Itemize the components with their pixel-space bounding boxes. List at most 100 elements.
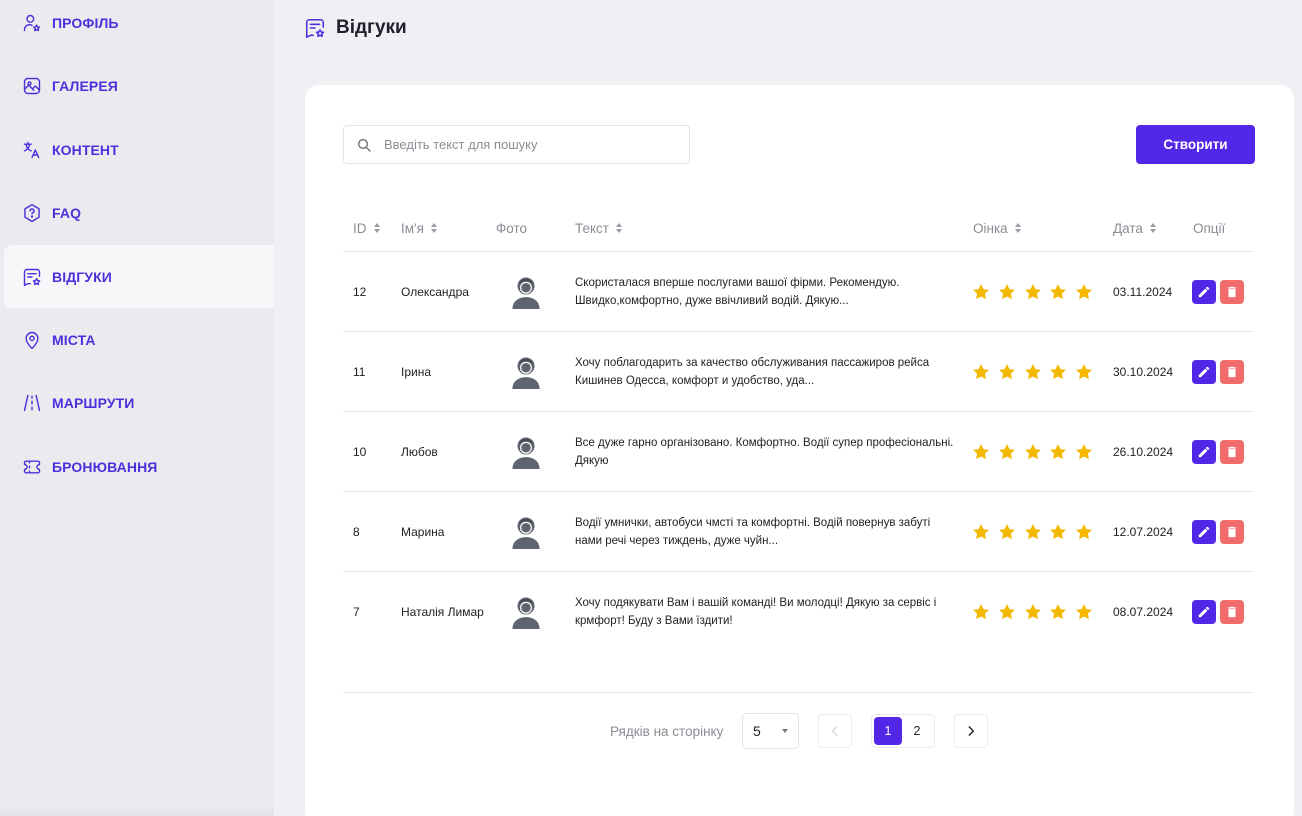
- sidebar-item-label: МАРШРУТИ: [52, 394, 135, 411]
- page-button-2[interactable]: 2: [903, 717, 931, 745]
- rows-per-page-select[interactable]: 5: [742, 713, 799, 749]
- column-header-options: Опції: [1193, 205, 1225, 251]
- edit-button[interactable]: [1192, 600, 1216, 624]
- cell-text: Все дуже гарно організовано. Комфортно. …: [575, 437, 954, 467]
- delete-button[interactable]: [1220, 520, 1244, 544]
- rating-stars: [971, 252, 1100, 332]
- sidebar-item-label: БРОНЮВАННЯ: [52, 458, 158, 475]
- cell-date: 26.10.2024: [1113, 445, 1174, 459]
- create-button[interactable]: Створити: [1136, 125, 1255, 164]
- review-star-icon: [304, 17, 326, 39]
- sidebar-item-bookings[interactable]: БРОНЮВАННЯ: [4, 435, 274, 498]
- page-button-1[interactable]: 1: [874, 717, 902, 745]
- row-options: [1192, 412, 1244, 492]
- pencil-icon: [1197, 365, 1211, 379]
- trash-icon: [1225, 605, 1239, 619]
- star-icon: [1048, 602, 1068, 622]
- pencil-icon: [1197, 285, 1211, 299]
- column-header-id[interactable]: ID: [353, 205, 380, 251]
- page-title: Відгуки: [336, 17, 407, 38]
- sort-icon: [373, 223, 380, 233]
- star-icon: [1023, 442, 1043, 462]
- cell-id: 8: [353, 525, 360, 539]
- reviews-table: ID Ім'я Фото Текст Оінка Дата Опції 12 О…: [343, 205, 1253, 652]
- edit-button[interactable]: [1192, 440, 1216, 464]
- star-icon: [971, 522, 991, 542]
- table-row: 8 Марина Водії умнички, автобуси чмсті та …: [343, 492, 1253, 572]
- avatar: [509, 492, 543, 572]
- cell-name: Ірина: [401, 365, 432, 379]
- page-header: Відгуки: [304, 14, 407, 42]
- sidebar-item-content[interactable]: КОНТЕНТ: [4, 118, 274, 181]
- avatar: [509, 572, 543, 652]
- gallery-icon: [22, 76, 42, 96]
- table-body: 12 Олександра Скористалася вперше послугам…: [343, 252, 1253, 652]
- delete-button[interactable]: [1220, 360, 1244, 384]
- sidebar-item-reviews[interactable]: ВІДГУКИ: [4, 245, 274, 308]
- rows-per-page-value: 5: [753, 723, 761, 739]
- column-header-name[interactable]: Ім'я: [401, 205, 437, 251]
- column-header-photo: Фото: [496, 205, 527, 251]
- sort-icon: [430, 223, 437, 233]
- next-page-button[interactable]: [954, 714, 988, 748]
- star-icon: [1048, 522, 1068, 542]
- column-label: ID: [353, 220, 367, 236]
- delete-button[interactable]: [1220, 600, 1244, 624]
- pencil-icon: [1197, 605, 1211, 619]
- star-icon: [1074, 602, 1094, 622]
- avatar: [509, 252, 543, 332]
- sidebar-item-label: ГАЛЕРЕЯ: [52, 77, 118, 94]
- star-icon: [997, 442, 1017, 462]
- star-icon: [1048, 362, 1068, 382]
- table-row: 10 Любов Все дуже гарно організовано. Комф…: [343, 412, 1253, 492]
- column-header-date[interactable]: Дата: [1113, 205, 1156, 251]
- star-icon: [1048, 282, 1068, 302]
- user-star-icon: [22, 13, 42, 33]
- column-header-text[interactable]: Текст: [575, 205, 622, 251]
- star-icon: [1023, 282, 1043, 302]
- edit-button[interactable]: [1192, 280, 1216, 304]
- column-header-rating[interactable]: Оінка: [973, 205, 1021, 251]
- cell-id: 12: [353, 285, 367, 299]
- star-icon: [997, 282, 1017, 302]
- star-icon: [997, 602, 1017, 622]
- table-row: 7 Наталія Лимар Хочу подякувати Вам і ваші…: [343, 572, 1253, 652]
- star-icon: [1023, 602, 1043, 622]
- rating-stars: [971, 412, 1100, 492]
- pencil-icon: [1197, 525, 1211, 539]
- sidebar: ПРОФІЛЬ ГАЛЕРЕЯ КОНТЕНТ FAQ ВІДГУКИ МІСТ…: [0, 0, 274, 816]
- cell-name: Марина: [401, 525, 445, 539]
- search-input[interactable]: [384, 137, 674, 152]
- chevron-left-icon: [831, 726, 838, 736]
- reviews-card: Створити ID Ім'я Фото Текст Оінка: [305, 85, 1294, 816]
- question-hexagon-icon: [22, 203, 42, 223]
- road-icon: [22, 393, 42, 413]
- rating-stars: [971, 492, 1100, 572]
- translate-icon: [22, 140, 42, 160]
- edit-button[interactable]: [1192, 360, 1216, 384]
- column-label: Фото: [496, 220, 528, 236]
- ticket-icon: [22, 457, 42, 477]
- table-header: ID Ім'я Фото Текст Оінка Дата Опції: [343, 205, 1253, 252]
- star-icon: [997, 522, 1017, 542]
- edit-button[interactable]: [1192, 520, 1216, 544]
- row-options: [1192, 252, 1244, 332]
- delete-button[interactable]: [1220, 280, 1244, 304]
- sidebar-item-gallery[interactable]: ГАЛЕРЕЯ: [4, 54, 274, 117]
- search-box: [343, 125, 690, 164]
- sidebar-item-routes[interactable]: МАРШРУТИ: [4, 371, 274, 434]
- sidebar-item-faq[interactable]: FAQ: [4, 181, 274, 244]
- cell-id: 11: [353, 365, 366, 379]
- sidebar-item-label: МІСТА: [52, 331, 96, 348]
- delete-button[interactable]: [1220, 440, 1244, 464]
- prev-page-button[interactable]: [818, 714, 852, 748]
- sidebar-item-profile[interactable]: ПРОФІЛЬ: [4, 0, 274, 54]
- sidebar-item-cities[interactable]: МІСТА: [4, 308, 274, 371]
- caret-down-icon: [782, 729, 788, 733]
- avatar: [509, 412, 543, 492]
- search-icon: [356, 137, 372, 153]
- sort-icon: [616, 223, 622, 233]
- star-icon: [1023, 522, 1043, 542]
- column-label: Оінка: [973, 220, 1008, 236]
- avatar: [509, 332, 543, 412]
